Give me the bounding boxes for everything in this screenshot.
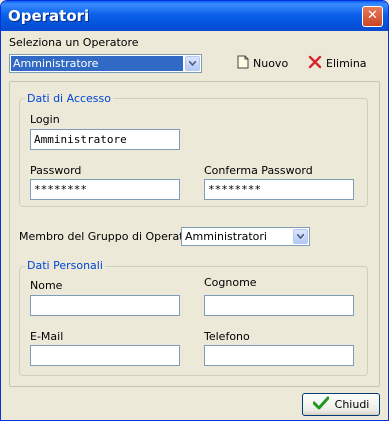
select-operator-label: Seleziona un Operatore	[9, 36, 139, 49]
group-select-value: Amministratori	[185, 230, 267, 243]
close-button-label: Chiudi	[334, 398, 370, 411]
surname-field[interactable]	[204, 295, 354, 316]
close-button[interactable]: Chiudi	[302, 393, 380, 416]
new-button-label: Nuovo	[253, 56, 289, 70]
window-title: Operatori	[8, 7, 90, 25]
group-select[interactable]: Amministratori	[181, 227, 310, 246]
close-icon: ✕	[367, 8, 378, 23]
personal-legend: Dati Personali	[25, 259, 105, 272]
login-value: Amministratore	[34, 133, 127, 146]
x-icon	[308, 55, 322, 72]
chevron-down-icon[interactable]	[185, 56, 200, 71]
confirm-password-field[interactable]: ********	[204, 179, 354, 200]
name-field[interactable]	[30, 295, 180, 316]
delete-button[interactable]: Elimina	[308, 52, 367, 74]
new-button[interactable]: Nuovo	[237, 52, 288, 74]
access-legend: Dati di Accesso	[25, 92, 113, 105]
operator-select[interactable]: Amministratore	[9, 54, 202, 73]
checkmark-icon	[312, 396, 330, 413]
phone-field[interactable]	[204, 345, 354, 366]
password-field[interactable]: ********	[30, 179, 180, 200]
confirm-password-label: Conferma Password	[204, 164, 313, 177]
surname-label: Cognome	[204, 276, 257, 289]
phone-label: Telefono	[204, 330, 250, 343]
email-field[interactable]	[30, 345, 180, 366]
email-label: E-Mail	[30, 330, 64, 343]
confirm-password-value: ********	[208, 183, 261, 196]
operators-window: Operatori ✕ Seleziona un Operatore Ammin…	[0, 0, 389, 421]
password-label: Password	[30, 164, 82, 177]
close-window-button[interactable]: ✕	[362, 6, 383, 27]
chevron-down-icon[interactable]	[293, 229, 308, 244]
password-value: ********	[34, 183, 87, 196]
name-label: Nome	[30, 279, 63, 292]
document-icon	[237, 55, 249, 72]
login-label: Login	[30, 113, 60, 126]
delete-button-label: Elimina	[326, 56, 367, 70]
operator-select-value: Amministratore	[11, 56, 183, 71]
login-field[interactable]: Amministratore	[30, 129, 180, 150]
group-label: Membro del Gruppo di Operatori	[19, 230, 198, 243]
title-bar[interactable]: Operatori ✕	[1, 1, 388, 31]
